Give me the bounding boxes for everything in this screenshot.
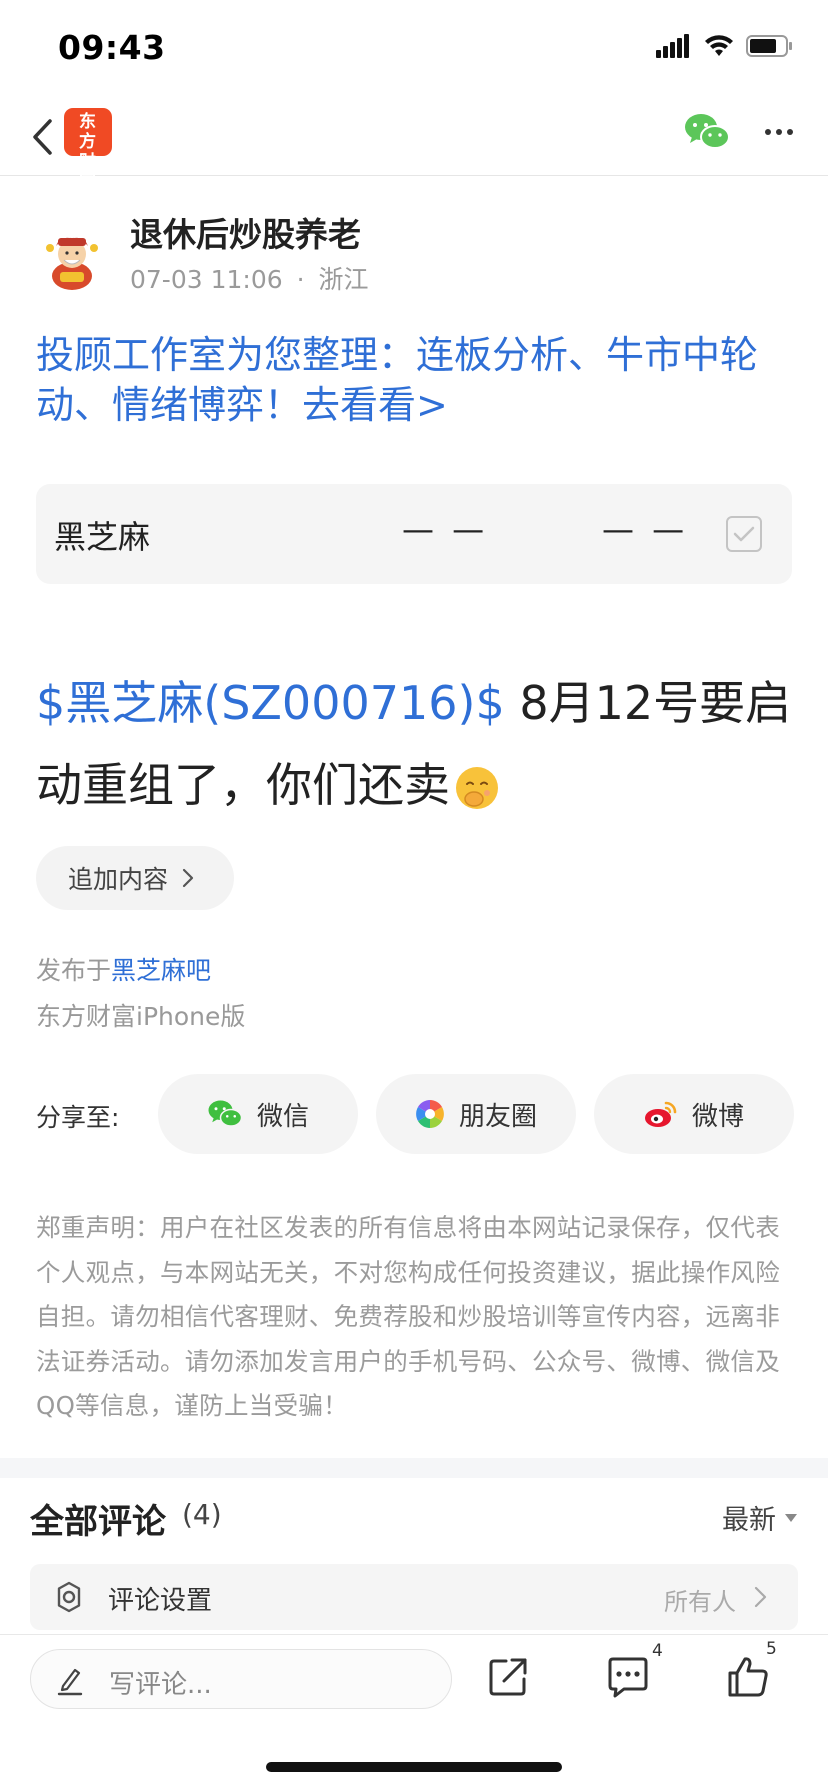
stock-price: — — bbox=[402, 510, 489, 548]
stock-tag-link[interactable]: $黑芝麻(SZ000716)$ bbox=[36, 676, 505, 730]
append-content-button[interactable]: 追加内容 bbox=[36, 846, 234, 910]
signal-icon bbox=[656, 34, 689, 58]
wechat-icon bbox=[685, 114, 730, 149]
status-bar: 09:43 bbox=[0, 0, 828, 100]
app-logo-text: 东方财富 bbox=[79, 112, 97, 192]
share-weibo-label: 微博 bbox=[691, 1101, 744, 1132]
share-label: 分享至: bbox=[36, 1103, 120, 1132]
more-dot bbox=[787, 129, 793, 135]
stock-card[interactable]: 黑芝麻 — — — — bbox=[36, 484, 792, 584]
gear-icon bbox=[57, 1581, 81, 1613]
author-meta: 07-03 11:06 · 浙江 bbox=[130, 260, 369, 296]
like-count: 5 bbox=[766, 1639, 777, 1659]
weibo-icon bbox=[644, 1101, 677, 1127]
comments-count: (4) bbox=[182, 1498, 222, 1531]
comment-placeholder: 写评论... bbox=[109, 1670, 212, 1700]
meta-separator: · bbox=[296, 265, 305, 294]
wifi-icon bbox=[705, 35, 733, 56]
wechat-icon bbox=[208, 1100, 243, 1127]
watchlist-checkbox[interactable] bbox=[726, 516, 762, 552]
section-divider bbox=[0, 1458, 828, 1478]
author-name[interactable]: 退休后炒股养老 bbox=[130, 208, 361, 256]
comment-count: 4 bbox=[652, 1641, 663, 1661]
append-content-label: 追加内容 bbox=[68, 865, 169, 894]
chevron-right-icon bbox=[182, 868, 194, 888]
share-moments-label: 朋友圈 bbox=[458, 1101, 537, 1132]
status-icons bbox=[656, 34, 794, 58]
post-body: $黑芝麻(SZ000716)$ 8月12号要启动重组了，你们还卖 bbox=[36, 662, 796, 826]
share-row: 分享至: 微信 朋友圈 微博 bbox=[36, 1074, 796, 1154]
stock-change: — — bbox=[602, 510, 689, 548]
more-dot bbox=[765, 129, 771, 135]
publish-prefix: 发布于 bbox=[36, 956, 112, 985]
comment-icon[interactable] bbox=[604, 1653, 652, 1701]
app-logo[interactable]: 东方财富 bbox=[64, 108, 112, 192]
chevron-right-icon bbox=[754, 1586, 767, 1608]
battery-icon bbox=[746, 35, 792, 57]
comment-settings-value: 所有人 bbox=[664, 1588, 736, 1616]
caret-down-icon bbox=[785, 1513, 797, 1522]
disclaimer: 郑重声明：用户在社区发表的所有信息将由本网站记录保存，仅代表个人观点，与本网站无… bbox=[36, 1213, 780, 1420]
pencil-icon bbox=[57, 1668, 83, 1696]
publish-line: 发布于黑芝麻吧 bbox=[36, 948, 245, 994]
share-wechat-label: 微信 bbox=[256, 1101, 309, 1132]
thumbs-up-icon[interactable] bbox=[724, 1653, 772, 1701]
wechat-share-button[interactable] bbox=[684, 112, 730, 152]
sort-dropdown[interactable]: 最新 bbox=[722, 1498, 798, 1537]
giggle-emoji-icon bbox=[456, 767, 498, 809]
check-icon bbox=[733, 526, 755, 542]
post-location: 浙江 bbox=[318, 265, 369, 294]
post-date: 07-03 11:06 bbox=[130, 265, 283, 294]
publish-client: 东方财富iPhone版 bbox=[36, 1002, 246, 1031]
share-weibo-button[interactable]: 微博 bbox=[594, 1074, 794, 1154]
comments-header: 全部评论 (4) 最新 bbox=[30, 1494, 798, 1544]
publish-info: 发布于黑芝麻吧 东方财富iPhone版 bbox=[36, 948, 245, 1040]
promo-link[interactable]: 投顾工作室为您整理：连板分析、牛市中轮动、情绪博弈！去看看> bbox=[36, 330, 796, 430]
status-time: 09:43 bbox=[58, 28, 166, 67]
comment-settings-row[interactable]: 评论设置 所有人 bbox=[30, 1564, 798, 1630]
stock-name: 黑芝麻 bbox=[54, 518, 151, 556]
comments-title: 全部评论 bbox=[30, 1502, 166, 1542]
home-indicator bbox=[266, 1762, 562, 1772]
avatar[interactable] bbox=[36, 220, 108, 292]
nav-bar: 东方财富 bbox=[0, 100, 828, 192]
more-dot bbox=[776, 129, 782, 135]
chevron-left-icon bbox=[33, 119, 52, 155]
comment-settings-label: 评论设置 bbox=[108, 1586, 213, 1616]
share-wechat-button[interactable]: 微信 bbox=[158, 1074, 358, 1154]
author-header: 退休后炒股养老 07-03 11:06 · 浙江 bbox=[36, 200, 796, 294]
moments-icon bbox=[416, 1100, 444, 1128]
share-moments-button[interactable]: 朋友圈 bbox=[376, 1074, 576, 1154]
avatar-image bbox=[36, 220, 108, 292]
sort-label: 最新 bbox=[722, 1505, 776, 1536]
share-icon[interactable] bbox=[484, 1653, 532, 1701]
comment-input[interactable]: 写评论... bbox=[30, 1649, 452, 1709]
more-button[interactable] bbox=[760, 112, 798, 152]
back-button[interactable] bbox=[22, 112, 62, 162]
bar-link[interactable]: 黑芝麻吧 bbox=[111, 956, 211, 985]
